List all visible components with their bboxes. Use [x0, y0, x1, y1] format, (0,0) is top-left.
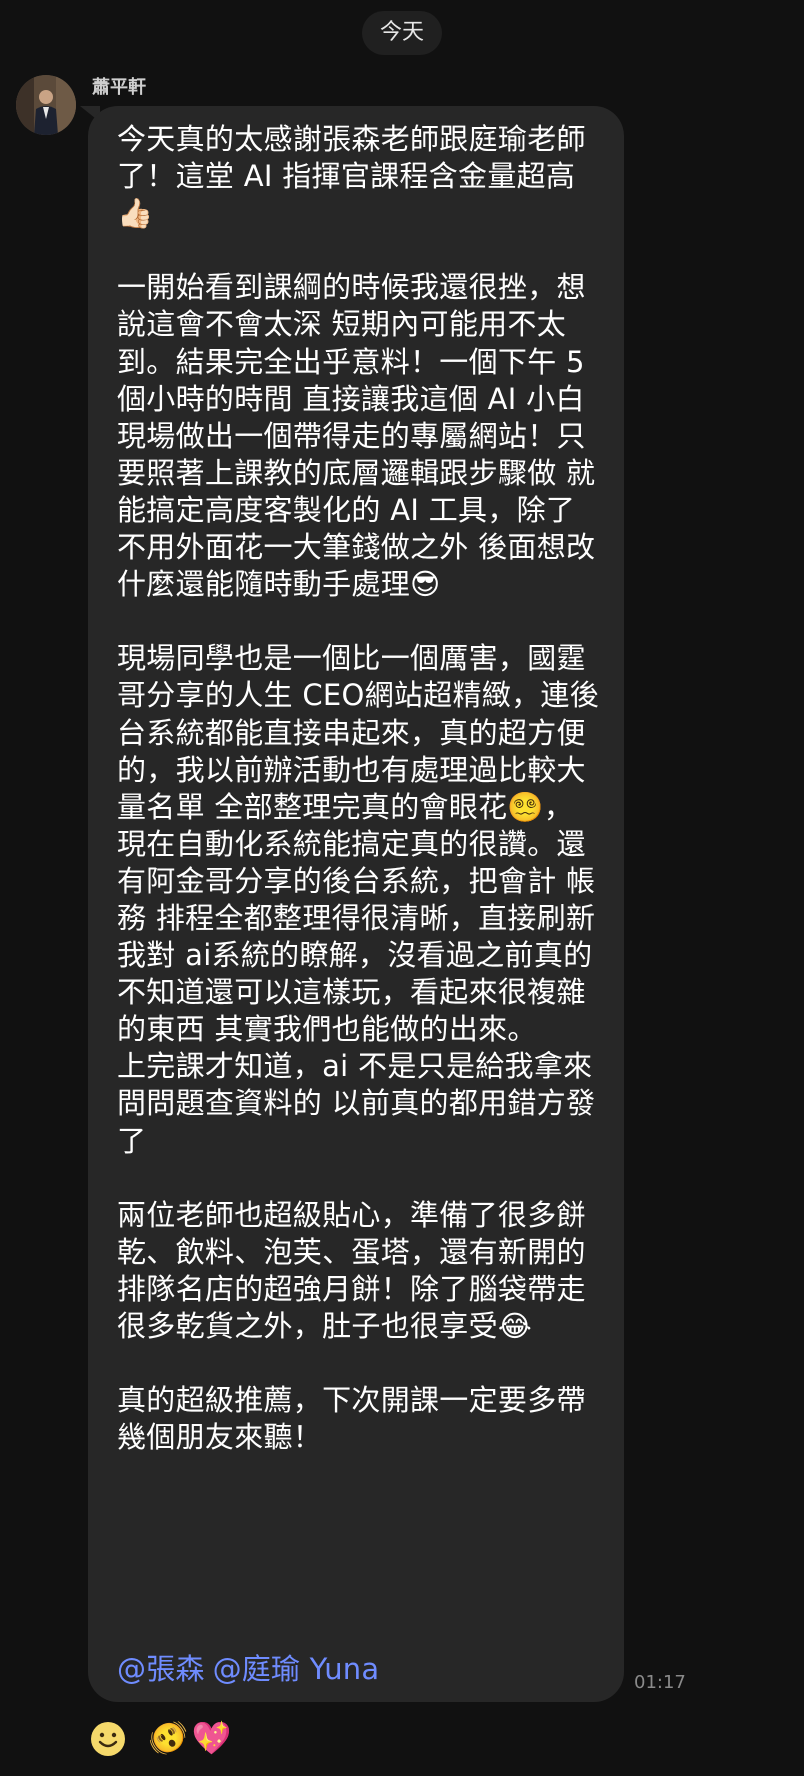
- avatar[interactable]: [16, 75, 76, 135]
- reaction-list: 🫨 💖: [148, 1718, 232, 1758]
- smiley-icon: [91, 1722, 125, 1756]
- avatar-photo-icon: [16, 75, 76, 135]
- message-bubble[interactable]: 今天真的太感謝張森老師跟庭瑜老師了！這堂 AI 指揮官課程含金量超高👍🏻 一開始…: [88, 106, 624, 1702]
- mention-link[interactable]: @張森: [117, 1652, 205, 1686]
- reaction-emoji[interactable]: 💖: [192, 1718, 232, 1758]
- mention-link[interactable]: @庭瑜 Yuna: [213, 1652, 380, 1686]
- date-divider: 今天: [362, 11, 442, 55]
- reaction-emoji[interactable]: 🫨: [148, 1718, 188, 1758]
- sender-name: 蕭平軒: [92, 77, 146, 98]
- message-text: 今天真的太感謝張森老師跟庭瑜老師了！這堂 AI 指揮官課程含金量超高👍🏻 一開始…: [117, 122, 600, 1455]
- add-reaction-button[interactable]: [89, 1720, 127, 1758]
- message-timestamp: 01:17: [634, 1672, 686, 1693]
- mentions: @張森 @庭瑜 Yuna: [117, 1646, 387, 1688]
